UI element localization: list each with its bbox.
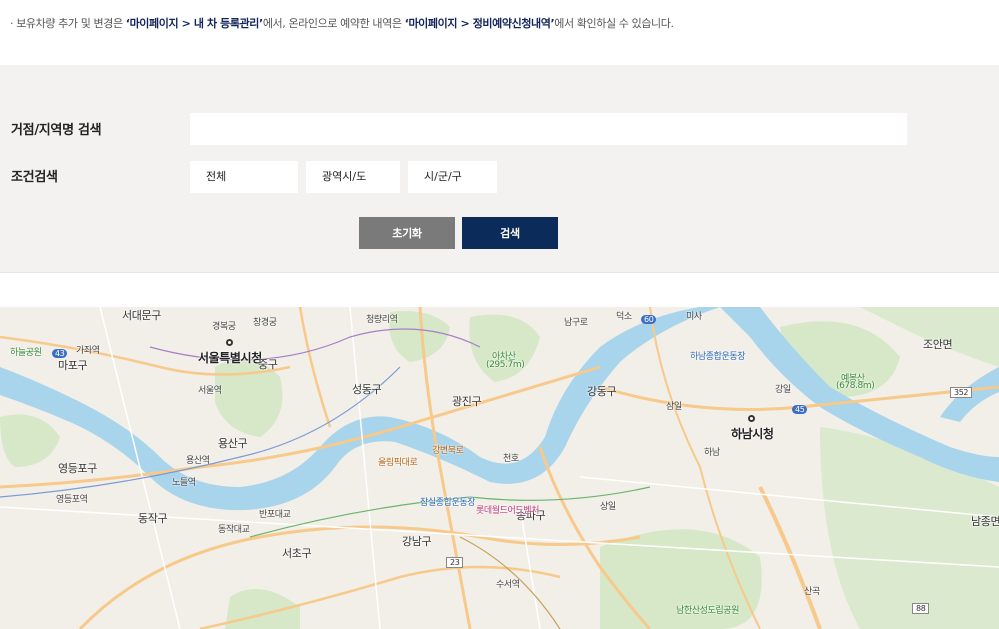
route-badge-icon: 23 — [446, 557, 464, 568]
map-label: 하늘공원 — [10, 348, 42, 358]
map-label: 광진구 — [452, 395, 482, 408]
map-label: 잠실종합운동장 — [420, 498, 476, 508]
map-label: (678.8m) — [836, 381, 875, 391]
map-label: 남한산성도립공원 — [676, 606, 740, 616]
map-label: 동작대교 — [218, 525, 250, 535]
map-label: 동작구 — [138, 512, 168, 525]
select-province[interactable]: 광역시/도 — [306, 161, 400, 193]
map-label: 서초구 — [282, 547, 312, 560]
map-label: 산곡 — [804, 587, 820, 597]
map-label: 남구로 — [564, 318, 588, 328]
city-hall-marker-icon — [226, 339, 233, 346]
map-label: 강일 — [775, 385, 791, 395]
map-label: 용산구 — [218, 437, 248, 450]
notice-prefix: · 보유차량 추가 및 변경은 — [10, 17, 126, 30]
region-search-input[interactable] — [190, 113, 907, 145]
notice-path-mypage-car: 마이페이지 > 내 차 등록관리 — [129, 17, 260, 30]
map-label: 서울특별시청 — [198, 351, 262, 365]
map-label: 조안면 — [923, 338, 953, 351]
notice-middle: 에서, 온라인으로 예약한 내역은 — [262, 17, 405, 30]
map-label: 가좌역 — [76, 346, 100, 356]
map-label: 성동구 — [352, 383, 382, 396]
select-city[interactable]: 시/군/구 — [408, 161, 497, 193]
map-label: 수서역 — [496, 580, 520, 590]
condition-search-label: 조건검색 — [11, 170, 58, 185]
map-label: 용산역 — [186, 456, 210, 466]
map-label: 강동구 — [587, 385, 617, 398]
map-label: 서대문구 — [122, 309, 161, 322]
notice-suffix: 에서 확인하실 수 있습니다. — [554, 17, 674, 30]
map-label: 하남시청 — [731, 427, 774, 441]
route-badge-icon: 88 — [912, 603, 930, 614]
route-badge-icon: 45 — [792, 405, 808, 414]
map-label: 영등포역 — [56, 495, 88, 505]
select-category[interactable]: 전체 — [190, 161, 298, 193]
map-label: (295.7m) — [486, 360, 525, 370]
search-panel: 거점/지역명 검색 조건검색 전체 광역시/도 시/군/구 초기화 검색 — [0, 65, 999, 273]
map-label: 영등포구 — [58, 462, 97, 475]
map-label: 노들역 — [172, 478, 196, 488]
map-label: 하남종합운동장 — [690, 352, 746, 362]
map-label: 미사 — [686, 312, 702, 322]
map-label: 남종면 — [971, 515, 999, 528]
route-badge-icon: 352 — [950, 387, 973, 398]
map-label: 강남구 — [402, 535, 432, 548]
region-search-label: 거점/지역명 검색 — [11, 123, 102, 138]
map-label: 서울역 — [198, 386, 222, 396]
route-badge-icon: 60 — [641, 315, 657, 324]
map-label: 하남 — [704, 448, 720, 458]
map-label: 강변북로 — [432, 446, 464, 456]
map-label: 중구 — [258, 358, 278, 371]
map-label: 삼일 — [666, 402, 682, 412]
map-label: 청량리역 — [366, 315, 398, 325]
map-label: 창경궁 — [253, 318, 277, 328]
map-label: 경복궁 — [212, 322, 236, 332]
map-label: 덕소 — [616, 312, 632, 322]
map-label: 천호 — [503, 454, 519, 464]
search-button[interactable]: 검색 — [462, 217, 558, 249]
map-label: 롯데월드어드벤처 — [476, 506, 540, 516]
route-badge-icon: 43 — [52, 349, 68, 358]
reset-button[interactable]: 초기화 — [359, 217, 455, 249]
hanam-city-hall-marker-icon — [748, 415, 755, 422]
notice-text: · 보유차량 추가 및 변경은 ‘마이페이지 > 내 차 등록관리’에서, 온라… — [10, 15, 674, 31]
map-label: 상일 — [600, 502, 616, 512]
map-label: 마포구 — [58, 359, 88, 372]
map-label: 올림픽대로 — [378, 458, 418, 468]
map-view[interactable]: 서울특별시청 서대문구 중구 마포구 용산구 성동구 광진구 강동구 송파구 강… — [0, 307, 999, 629]
map-label: 반포대교 — [259, 510, 291, 520]
notice-path-mypage-reservation: 마이페이지 > 정비예약신청내역 — [408, 17, 551, 30]
